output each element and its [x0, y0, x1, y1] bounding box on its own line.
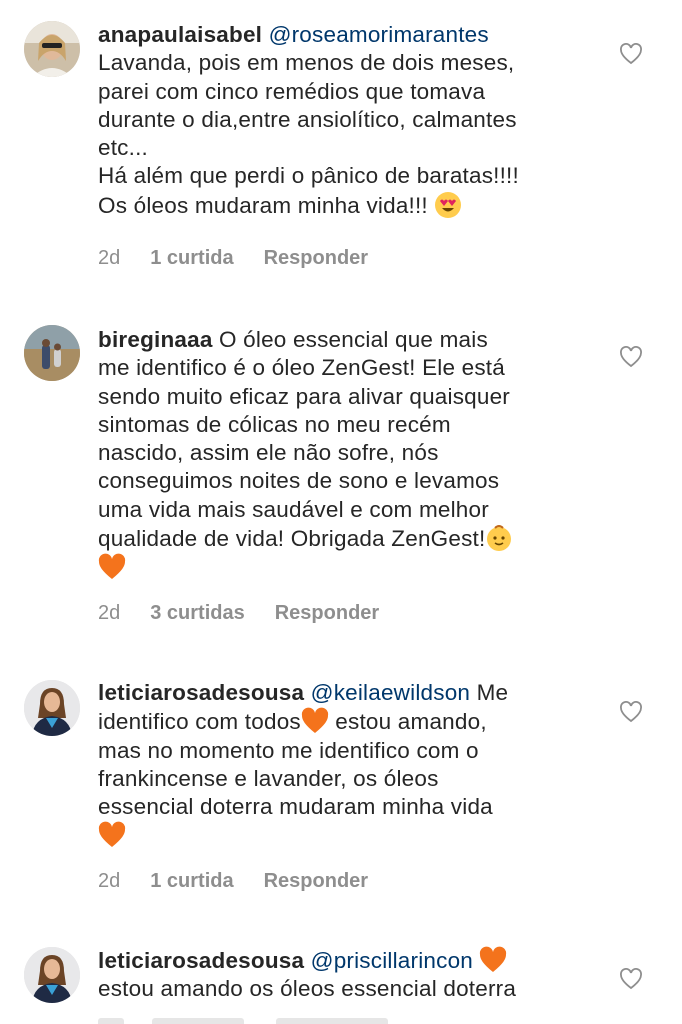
like-heart-icon[interactable] [619, 701, 643, 723]
username[interactable]: leticiarosadesousa [98, 680, 304, 705]
username[interactable]: bireginaaa [98, 327, 213, 352]
reply-button[interactable]: Responder [264, 247, 368, 270]
comment-body: anapaulaisabel @roseamorimarantes Lavand… [98, 21, 598, 220]
mention-link[interactable]: @keilaewildson [311, 680, 470, 705]
like-heart-icon[interactable] [619, 968, 643, 990]
like-heart-icon[interactable] [619, 43, 643, 65]
avatar[interactable] [24, 947, 80, 1003]
username[interactable]: leticiarosadesousa [98, 948, 304, 973]
mention-link[interactable]: @roseamorimarantes [269, 22, 489, 47]
baby-emoji [485, 524, 513, 552]
comment-body: leticiarosadesousa @keilaewildson Me ide… [98, 679, 598, 851]
reply-button[interactable]: Responder [264, 870, 368, 893]
timestamp: 2d [98, 870, 121, 892]
comment-meta: 2d 1 curtida Responder [98, 870, 368, 893]
orange-heart-emoji [301, 707, 329, 735]
likes-count[interactable]: 1 curtida [150, 247, 233, 270]
cut-off-meta-row [0, 1012, 682, 1024]
comment-meta: 2d 1 curtida Responder [98, 247, 368, 270]
orange-heart-emoji [98, 821, 126, 849]
avatar[interactable] [24, 325, 80, 381]
mention-link[interactable]: @priscillarincon [311, 948, 473, 973]
comment-text: estou amando os óleos essencial doterra [98, 976, 517, 1002]
avatar[interactable] [24, 680, 80, 736]
heart-eyes-emoji [434, 191, 462, 219]
orange-heart-emoji [479, 946, 507, 974]
orange-heart-emoji [98, 553, 126, 581]
like-heart-icon[interactable] [619, 346, 643, 368]
comment-body: bireginaaa O óleo essencial que mais me … [98, 326, 598, 583]
timestamp: 2d [98, 602, 121, 624]
likes-count[interactable]: 3 curtidas [150, 602, 244, 625]
avatar[interactable] [24, 21, 80, 77]
reply-button[interactable]: Responder [275, 602, 379, 625]
comment-body: leticiarosadesousa @priscillarincon esto… [98, 946, 598, 1004]
timestamp: 2d [98, 247, 121, 269]
comment-meta: 2d 3 curtidas Responder [98, 602, 379, 625]
comment-text: O óleo essencial que mais me identifico … [98, 327, 510, 552]
username[interactable]: anapaulaisabel [98, 22, 262, 47]
likes-count[interactable]: 1 curtida [150, 870, 233, 893]
